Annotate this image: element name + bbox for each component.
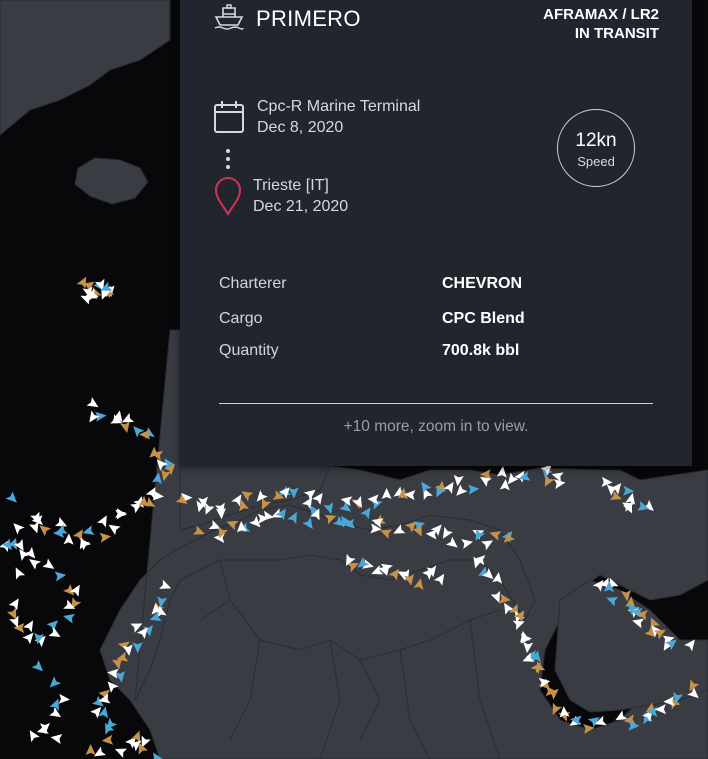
detail-value: 700.8k bbl — [442, 342, 520, 359]
vessel-marker-icon[interactable] — [49, 706, 64, 721]
vessel-marker-icon[interactable] — [85, 744, 96, 755]
map-pin-icon — [214, 177, 242, 216]
speed-value: 12kn — [575, 130, 617, 151]
vessel-marker-icon[interactable] — [81, 525, 95, 538]
vessel-marker-icon[interactable] — [36, 521, 52, 537]
vessel-marker-icon[interactable] — [106, 521, 121, 535]
vessel-marker-icon[interactable] — [63, 533, 74, 545]
vessel-marker-icon[interactable] — [62, 611, 75, 624]
detail-value: CHEVRON — [442, 275, 523, 292]
vessel-marker-icon[interactable] — [58, 693, 71, 705]
vessel-marker-icon[interactable] — [101, 734, 114, 746]
vessel-marker-icon[interactable] — [119, 421, 132, 434]
vessel-marker-icon[interactable] — [113, 744, 128, 758]
divider — [219, 403, 653, 404]
detail-label: Charterer — [219, 275, 287, 292]
vessel-name: PRIMERO — [256, 6, 361, 31]
vessel-marker-icon[interactable] — [5, 491, 21, 506]
more-vessels-hint: +10 more, zoom in to view. — [343, 418, 529, 435]
detail-label: Cargo — [219, 310, 263, 327]
vessel-marker-icon[interactable] — [8, 596, 23, 611]
vessel-marker-icon[interactable] — [31, 660, 47, 675]
calendar-icon — [214, 101, 244, 133]
vessel-marker-icon[interactable] — [99, 531, 112, 543]
origin-port: Cpc-R Marine Terminal — [257, 98, 421, 115]
vessel-marker-icon[interactable] — [10, 520, 25, 535]
vessel-marker-icon[interactable] — [11, 565, 26, 580]
vessel-marker-icon[interactable] — [46, 676, 62, 691]
vessel-marker-icon[interactable] — [54, 570, 67, 582]
vessel-marker-icon[interactable] — [72, 527, 87, 542]
vessel-marker-icon[interactable] — [23, 618, 37, 633]
vessel-popup: PRIMERO AFRAMAX / LR2 IN TRANSIT Cpc-R M… — [180, 0, 692, 466]
vessel-class: AFRAMAX / LR2 — [543, 6, 659, 23]
vessel-marker-icon[interactable] — [48, 627, 64, 641]
detail-value: CPC Blend — [442, 310, 525, 327]
detail-row-cargo: Cargo CPC Blend — [219, 310, 659, 332]
vessel-marker-icon[interactable] — [24, 546, 39, 562]
land-greenland — [0, 0, 171, 136]
vessel-marker-icon[interactable] — [77, 536, 92, 551]
speed-label: Speed — [577, 154, 615, 169]
detail-label: Quantity — [219, 342, 279, 359]
vessel-marker-icon[interactable] — [50, 732, 63, 745]
vessel-marker-icon[interactable] — [22, 629, 38, 645]
ship-icon — [214, 4, 244, 30]
vessel-status: IN TRANSIT — [574, 25, 659, 42]
vessel-marker-icon[interactable] — [25, 728, 40, 743]
origin-date: Dec 8, 2020 — [257, 119, 344, 136]
route-dots-icon — [226, 149, 230, 169]
speed-badge: 12kn Speed — [557, 109, 635, 187]
vessel-marker-icon[interactable] — [115, 508, 127, 520]
vessel-marker-icon[interactable] — [101, 720, 115, 735]
vessel-marker-icon[interactable] — [98, 705, 110, 719]
detail-row-charterer: Charterer CHEVRON — [219, 275, 659, 297]
destination-port: Trieste [IT] — [253, 177, 329, 194]
vessel-marker-icon[interactable] — [86, 397, 102, 411]
vessel-marker-icon[interactable] — [42, 558, 57, 573]
detail-row-quantity: Quantity 700.8k bbl — [219, 342, 659, 364]
land-iceland — [74, 157, 149, 205]
destination-date: Dec 21, 2020 — [253, 198, 349, 215]
vessel-class-status: AFRAMAX / LR2 IN TRANSIT — [543, 5, 659, 43]
